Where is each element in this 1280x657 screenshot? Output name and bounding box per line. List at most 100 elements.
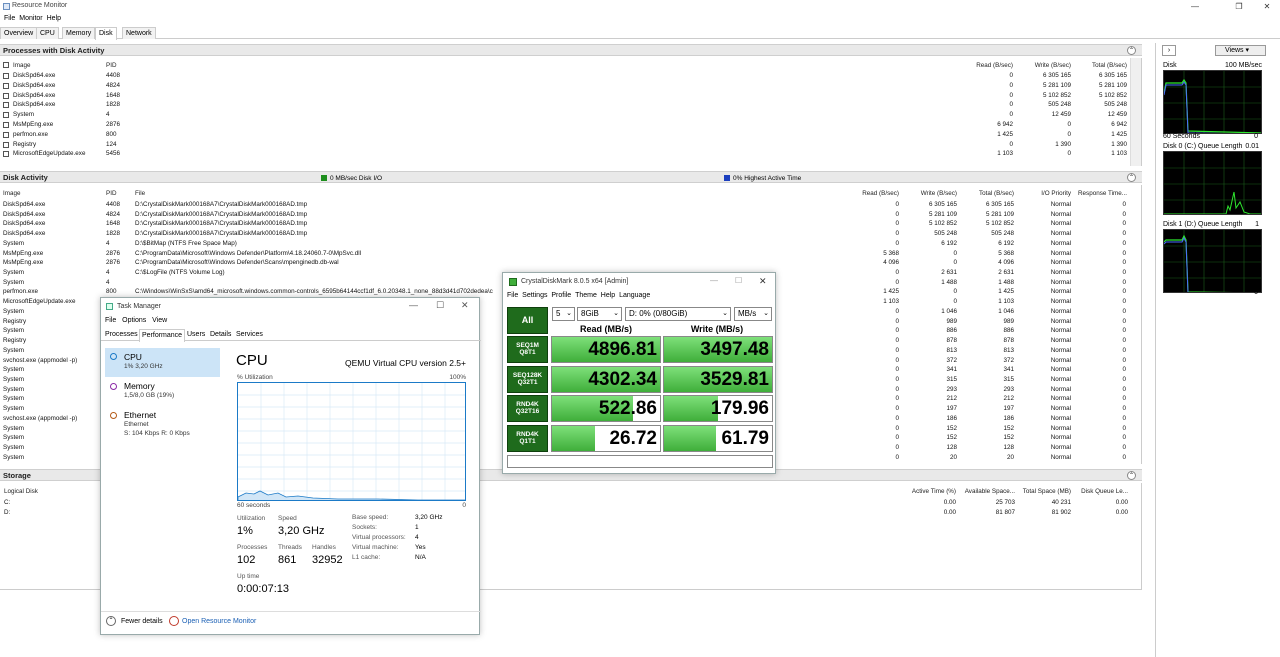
table-row[interactable]: MsMpEng.exe 2876 C:\ProgramData\Microsoft\… <box>0 250 1128 259</box>
collapse-icon[interactable]: ⌃ <box>1127 471 1136 480</box>
minimize-button[interactable]: — <box>409 300 418 310</box>
menu-help[interactable]: Help <box>47 13 61 24</box>
tab-services[interactable]: Services <box>236 331 263 338</box>
table-row[interactable]: System 4 0 12 459 12 459 <box>0 111 1128 120</box>
tab-details[interactable]: Details <box>210 331 231 338</box>
table-row[interactable]: perfmon.exe 800 1 425 0 1 425 <box>0 131 1128 140</box>
cell-read: 0 <box>895 278 899 286</box>
close-button[interactable]: ✕ <box>1252 0 1280 13</box>
table-row[interactable]: DiskSpd64.exe 4824 0 5 281 109 5 281 109 <box>0 82 1128 91</box>
menu-file[interactable]: File <box>507 292 518 299</box>
maximize-button[interactable]: ☐ <box>436 300 444 311</box>
row-checkbox[interactable] <box>3 102 9 109</box>
row-checkbox[interactable] <box>3 112 9 119</box>
tab-disk[interactable]: Disk <box>95 27 117 40</box>
all-button[interactable]: All <box>507 307 548 334</box>
col-file[interactable]: File <box>135 190 145 197</box>
menu-options[interactable]: Options <box>122 317 146 324</box>
tab-memory[interactable]: Memory <box>62 27 96 39</box>
row-checkbox[interactable] <box>3 122 9 128</box>
menu-theme[interactable]: Theme <box>575 292 597 299</box>
tab-users[interactable]: Users <box>187 331 205 338</box>
side-item-memory[interactable]: Memory 1,5/8,0 GB (19%) <box>105 378 220 407</box>
table-row[interactable]: DiskSpd64.exe 1648 0 5 102 852 5 102 852 <box>0 92 1128 101</box>
col-total[interactable]: Total (B/sec) <box>964 190 1014 197</box>
tab-processes[interactable]: Processes <box>105 331 138 338</box>
table-row[interactable]: Registry 124 0 1 390 1 390 <box>0 141 1128 150</box>
views-dropdown[interactable]: Views ▾ <box>1215 45 1266 56</box>
table-row[interactable]: DiskSpd64.exe 1648 D:\CrystalDiskMark00016… <box>0 220 1128 229</box>
expand-panel-icon[interactable]: › <box>1162 45 1176 56</box>
fewer-details-link[interactable]: Fewer details <box>121 618 163 625</box>
table-row[interactable]: System 4 D:\$BitMap (NTFS Free Space Map) 0… <box>0 240 1128 249</box>
col-write[interactable]: Write (B/sec) <box>1020 62 1071 69</box>
menu-language[interactable]: Language <box>619 292 650 299</box>
size-select[interactable]: 8GiB ⌄ <box>577 307 622 321</box>
test-button-2[interactable]: RND4K Q32T16 <box>507 395 548 422</box>
processes-section-header[interactable]: Processes with Disk Activity ⌃ <box>0 44 1142 56</box>
maximize-button[interactable]: ❐ <box>1224 0 1254 13</box>
tab-network[interactable]: Network <box>122 27 156 39</box>
table-row[interactable]: MsMpEng.exe 2876 6 942 0 6 942 <box>0 121 1128 130</box>
processes-scrollbar[interactable] <box>1130 58 1141 166</box>
comment-field[interactable] <box>507 455 773 468</box>
side-item-cpu[interactable]: CPU 1% 3,20 GHz <box>105 348 220 377</box>
row-checkbox[interactable] <box>3 92 9 99</box>
col-total[interactable]: Total (B/sec) <box>1077 62 1127 69</box>
collapse-icon[interactable]: ⌃ <box>1127 173 1136 182</box>
drive-select[interactable]: D: 0% (0/80GiB) ⌄ <box>625 307 731 321</box>
maximize-button[interactable]: ☐ <box>735 276 742 285</box>
col-image[interactable]: Image <box>3 190 21 197</box>
col-available-space[interactable]: Available Space... <box>958 488 1015 495</box>
row-checkbox[interactable] <box>3 82 9 89</box>
minimize-button[interactable]: — <box>710 276 718 285</box>
close-button[interactable]: ✕ <box>759 276 767 287</box>
col-response-time[interactable]: Response Time... <box>1078 190 1127 197</box>
tab-overview[interactable]: Overview <box>0 27 38 39</box>
collapse-icon[interactable]: ⌃ <box>1127 46 1136 55</box>
col-read[interactable]: Read (B/sec) <box>846 190 899 197</box>
count-select[interactable]: 5 ⌄ <box>552 307 575 321</box>
tab-performance[interactable]: Performance <box>139 329 186 342</box>
test-button-0[interactable]: SEQ1M Q8T1 <box>507 336 548 363</box>
menu-file[interactable]: File <box>105 317 116 324</box>
minimize-button[interactable]: — <box>1180 0 1210 13</box>
table-row[interactable]: DiskSpd64.exe 4408 D:\CrystalDiskMark00016… <box>0 201 1128 210</box>
table-row[interactable]: DiskSpd64.exe 1828 D:\CrystalDiskMark00016… <box>0 230 1128 239</box>
col-image[interactable]: Image <box>13 62 31 69</box>
menu-profile[interactable]: Profile <box>551 292 571 299</box>
col-disk-queue[interactable]: Disk Queue Le... <box>1074 488 1128 495</box>
menu-settings[interactable]: Settings <box>522 292 547 299</box>
table-row[interactable]: MsMpEng.exe 2876 C:\ProgramData\Microsoft\… <box>0 259 1128 268</box>
select-all-checkbox[interactable] <box>3 62 9 68</box>
row-checkbox[interactable] <box>3 151 9 158</box>
test-button-1[interactable]: SEQ128K Q32T1 <box>507 365 548 393</box>
table-row[interactable]: MicrosoftEdgeUpdate.exe 5456 1 103 0 1 103 <box>0 150 1128 159</box>
close-button[interactable]: ✕ <box>461 300 469 311</box>
row-checkbox[interactable] <box>3 131 9 138</box>
open-resource-monitor-link[interactable]: Open Resource Monitor <box>182 618 256 625</box>
table-row[interactable]: DiskSpd64.exe 4408 0 6 305 165 6 305 165 <box>0 72 1128 81</box>
table-row[interactable]: DiskSpd64.exe 1828 0 505 248 505 248 <box>0 101 1128 110</box>
side-item-ethernet[interactable]: Ethernet Ethernet S: 104 Kbps R: 0 Kbps <box>105 407 220 441</box>
disk-activity-section-header[interactable]: Disk Activity 0 MB/sec Disk I/O 0% Highe… <box>0 171 1142 183</box>
menu-view[interactable]: View <box>152 317 167 324</box>
row-checkbox[interactable] <box>3 73 9 79</box>
unit-select[interactable]: MB/s ⌄ <box>734 307 772 321</box>
chevron-up-icon[interactable]: ⌃ <box>106 616 116 626</box>
col-write[interactable]: Write (B/sec) <box>905 190 957 197</box>
menu-monitor[interactable]: Monitor <box>19 13 42 24</box>
col-total-space[interactable]: Total Space (MB) <box>1018 488 1071 495</box>
menu-file[interactable]: File <box>4 13 15 24</box>
menu-help[interactable]: Help <box>601 292 615 299</box>
col-read[interactable]: Read (B/sec) <box>960 62 1013 69</box>
table-row[interactable]: DiskSpd64.exe 4824 D:\CrystalDiskMark00016… <box>0 211 1128 220</box>
col-logical-disk[interactable]: Logical Disk <box>4 488 38 495</box>
col-pid[interactable]: PID <box>106 62 117 69</box>
test-button-3[interactable]: RND4K Q1T1 <box>507 424 548 452</box>
col-pid[interactable]: PID <box>106 190 117 197</box>
col-io-priority[interactable]: I/O Priority <box>1020 190 1071 197</box>
tab-cpu[interactable]: CPU <box>36 27 59 39</box>
row-checkbox[interactable] <box>3 141 9 148</box>
col-active-time[interactable]: Active Time (%) <box>896 488 956 495</box>
